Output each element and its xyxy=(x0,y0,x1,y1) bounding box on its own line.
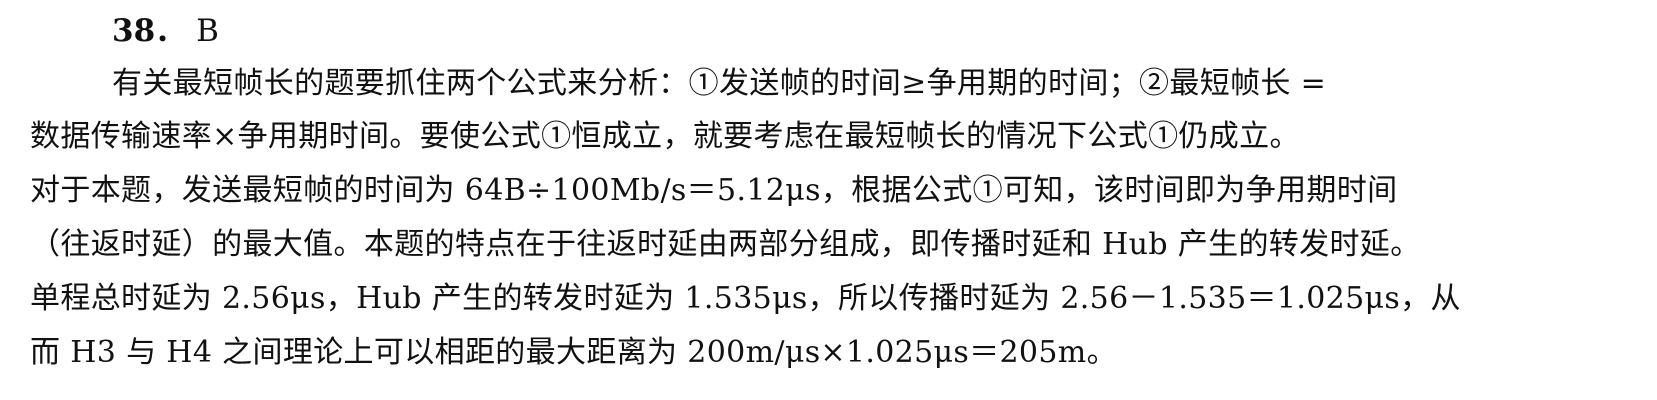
explanation-line-5: 单程总时延为 2.56μs，Hub 产生的转发时延为 1.535μs，所以传播时… xyxy=(30,281,1461,316)
explanation-line-1: 有关最短帧长的题要抓住两个公式来分析：①发送帧的时间≥争用期的时间；②最短帧长 … xyxy=(112,66,1327,101)
explanation-line-3: 对于本题，发送最短帧的时间为 64B÷100Mb/s＝5.12μs，根据公式①可… xyxy=(30,173,1398,208)
explanation-line-4: （往返时延）的最大值。本题的特点在于往返时延由两部分组成，即传播时延和 Hub … xyxy=(30,227,1421,262)
explanation-line-6: 而 H3 与 H4 之间理论上可以相距的最大距离为 200m/μs×1.025μ… xyxy=(30,335,1117,370)
answer-explanation-page: 38． B 有关最短帧长的题要抓住两个公式来分析：①发送帧的时间≥争用期的时间；②… xyxy=(0,0,1657,400)
explanation-paragraph: 有关最短帧长的题要抓住两个公式来分析：①发送帧的时间≥争用期的时间；②最短帧长 … xyxy=(0,0,1657,400)
explanation-line-2: 数据传输速率×争用期时间。要使公式①恒成立，就要考虑在最短帧长的情况下公式①仍成… xyxy=(30,119,1300,154)
